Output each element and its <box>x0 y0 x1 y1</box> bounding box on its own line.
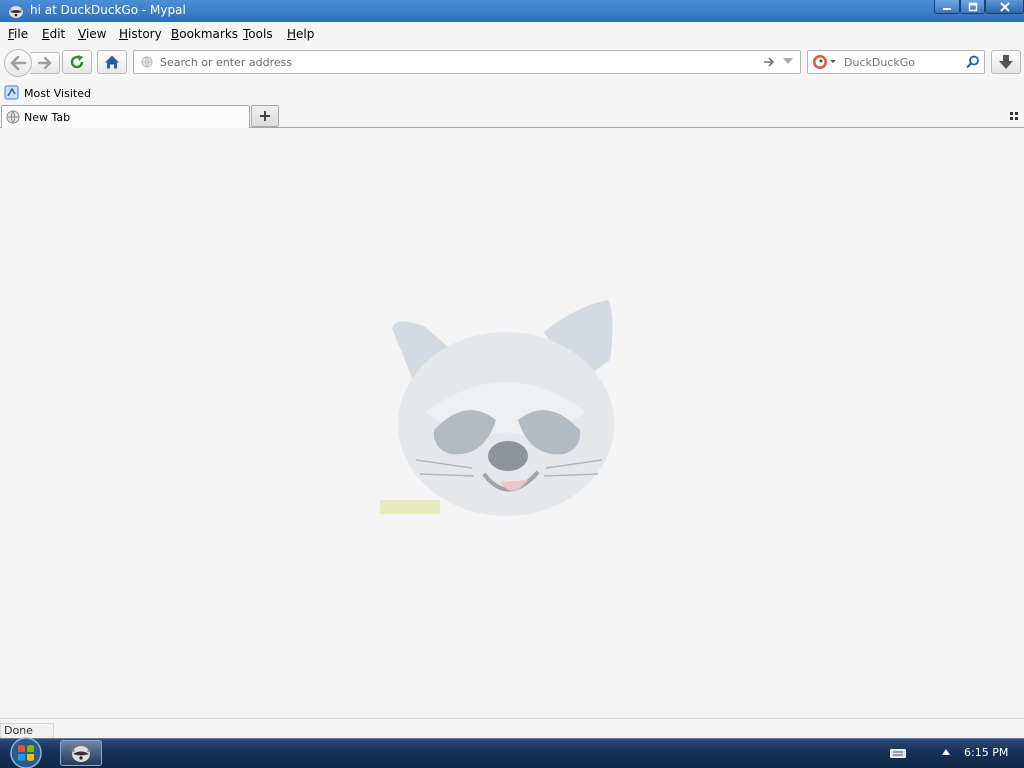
close-button[interactable] <box>985 0 1024 14</box>
menu-tools[interactable]: Tools <box>243 27 273 41</box>
back-forward-group <box>4 49 60 77</box>
window-title: hi at DuckDuckGo - Mypal <box>30 3 186 17</box>
taskbar: 6:15 PM <box>0 737 1024 768</box>
duckduckgo-icon <box>813 55 836 69</box>
status-bar: Done <box>0 718 1024 739</box>
raccoon-app-icon <box>71 746 91 762</box>
maximize-button[interactable] <box>960 0 985 14</box>
tab-new-tab[interactable]: New Tab <box>1 105 250 128</box>
new-tab-button[interactable] <box>251 105 279 127</box>
close-icon <box>999 2 1010 12</box>
menu-view[interactable]: View <box>78 27 106 41</box>
menu-edit[interactable]: Edit <box>42 27 65 41</box>
bookmarks-toolbar: Most Visited <box>0 82 1024 104</box>
downloads-button[interactable] <box>991 50 1021 74</box>
home-icon <box>105 55 119 69</box>
tab-label: New Tab <box>24 111 71 124</box>
menu-file[interactable]: File <box>8 27 28 41</box>
grid-icon <box>1010 112 1018 120</box>
keyboard-icon[interactable] <box>890 747 906 759</box>
window-titlebar[interactable]: hi at DuckDuckGo - Mypal <box>0 0 1024 22</box>
bookmark-label: Most Visited <box>24 87 91 100</box>
reload-icon <box>70 55 84 69</box>
restore-icon <box>968 2 977 12</box>
search-engine-selector[interactable] <box>812 54 840 70</box>
minimize-icon <box>943 8 951 10</box>
globe-icon <box>6 110 20 124</box>
raccoon-app-icon <box>9 6 23 18</box>
taskbar-mypal-button[interactable] <box>60 740 102 766</box>
bookmark-folder-icon <box>4 85 19 100</box>
tab-strip: New Tab <box>0 104 1024 128</box>
address-bar[interactable] <box>133 50 801 74</box>
forward-arrow-icon <box>37 56 52 70</box>
start-button[interactable] <box>6 737 46 768</box>
menu-history[interactable]: History <box>119 27 162 41</box>
show-hidden-icons-icon[interactable] <box>942 749 950 755</box>
site-identity-icon <box>141 56 153 68</box>
back-arrow-icon <box>10 55 27 71</box>
minimize-button[interactable] <box>934 0 960 14</box>
forward-button[interactable] <box>30 52 60 74</box>
page-content <box>0 128 1024 718</box>
list-all-tabs-button[interactable] <box>1006 108 1022 124</box>
download-arrow-icon <box>999 55 1013 69</box>
history-dropdown-icon[interactable] <box>783 58 793 66</box>
taskbar-clock[interactable]: 6:15 PM <box>964 746 1008 759</box>
home-button[interactable] <box>97 50 127 74</box>
plus-icon <box>260 111 270 121</box>
menu-help[interactable]: Help <box>287 27 314 41</box>
go-arrow-icon[interactable] <box>763 56 775 68</box>
menu-bar: File Edit View History Bookmarks Tools H… <box>0 22 1024 46</box>
raccoon-mascot-logo <box>380 300 614 516</box>
reload-button[interactable] <box>62 50 92 74</box>
search-icon[interactable] <box>966 55 980 69</box>
search-input[interactable] <box>844 54 962 70</box>
address-input[interactable] <box>160 54 750 70</box>
navigation-toolbar <box>0 46 1024 80</box>
back-button[interactable] <box>4 49 32 77</box>
search-bar[interactable] <box>807 50 985 74</box>
menu-bookmarks[interactable]: Bookmarks <box>171 27 238 41</box>
